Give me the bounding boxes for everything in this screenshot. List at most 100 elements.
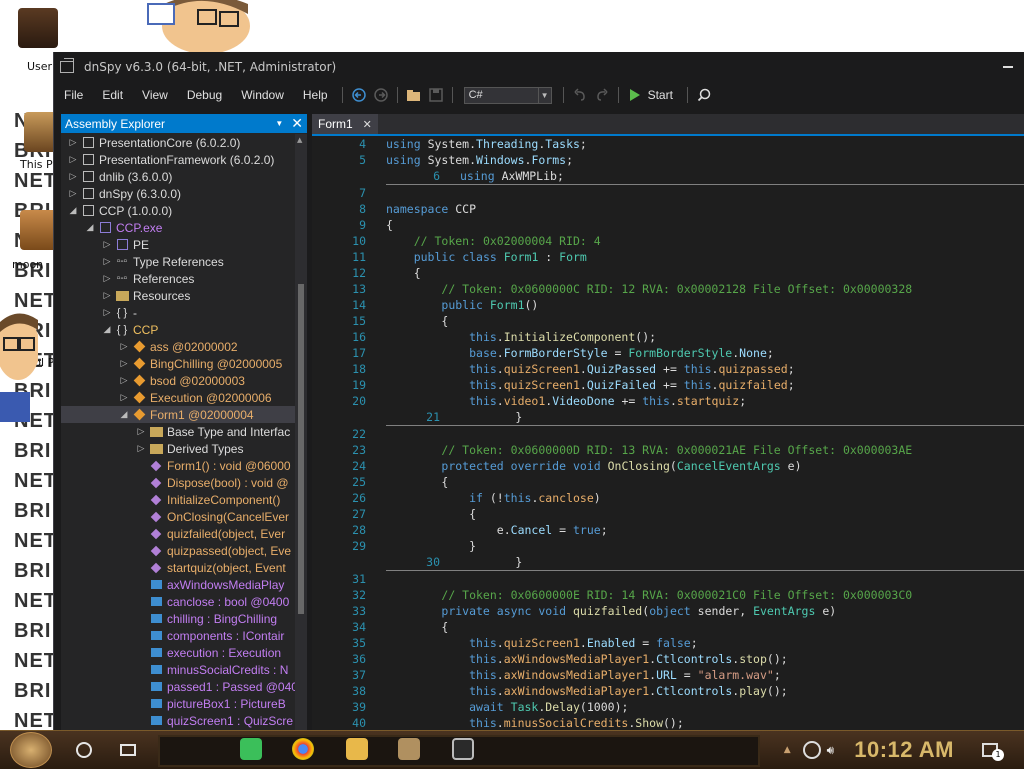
code-line[interactable]: 14 public Form1() xyxy=(312,297,1024,313)
collapse-arrow-icon[interactable]: ◢ xyxy=(84,222,96,233)
tree-item[interactable]: ◢ Form1 @02000004 xyxy=(61,406,295,423)
expand-arrow-icon[interactable]: ▷ xyxy=(67,137,79,148)
code-line[interactable]: 30 } xyxy=(386,554,1024,571)
expand-arrow-icon[interactable]: ▷ xyxy=(67,188,79,199)
code-line[interactable]: 39 await Task.Delay(1000); xyxy=(312,699,1024,715)
expand-arrow-icon[interactable]: ▷ xyxy=(118,341,130,352)
tab-form1[interactable]: Form1 ✕ xyxy=(312,114,378,134)
tree-item[interactable]: ▷ Base Type and Interfac xyxy=(61,423,295,440)
code-line[interactable]: 9{ xyxy=(312,217,1024,233)
chrome-app-icon[interactable] xyxy=(292,738,314,760)
tree-item[interactable]: ▷ PresentationCore (6.0.2.0) xyxy=(61,134,295,151)
code-line[interactable]: 37 this.axWindowsMediaPlayer1.URL = "ala… xyxy=(312,667,1024,683)
tree-item[interactable]: axWindowsMediaPlay xyxy=(61,576,295,593)
code-line[interactable]: 33 private async void quizfailed(object … xyxy=(312,603,1024,619)
tree-item[interactable]: startquiz(object, Event xyxy=(61,559,295,576)
collapse-arrow-icon[interactable]: ◢ xyxy=(67,205,79,216)
close-tab-icon[interactable]: ✕ xyxy=(363,118,372,131)
language-select[interactable]: C# ▼ xyxy=(463,86,552,104)
tree-item[interactable]: Form1() : void @06000 xyxy=(61,457,295,474)
expand-arrow-icon[interactable]: ▷ xyxy=(101,290,113,301)
collapse-arrow-icon[interactable]: ◢ xyxy=(118,409,130,420)
menu-view[interactable]: View xyxy=(132,88,177,102)
tree-item[interactable]: quizfailed(object, Ever xyxy=(61,525,295,542)
tree-item[interactable]: ▷ bsod @02000003 xyxy=(61,372,295,389)
expand-arrow-icon[interactable]: ▷ xyxy=(118,358,130,369)
expand-arrow-icon[interactable]: ▷ xyxy=(135,443,147,454)
code-line[interactable]: 21 } xyxy=(386,409,1024,426)
expand-arrow-icon[interactable]: ▷ xyxy=(101,273,113,284)
expand-arrow-icon[interactable]: ▷ xyxy=(101,239,113,250)
code-line[interactable]: 6 using AxWMPLib; xyxy=(386,168,1024,185)
code-line[interactable]: 27 { xyxy=(312,506,1024,522)
menu-file[interactable]: File xyxy=(54,88,92,102)
scrollbar-thumb[interactable] xyxy=(298,284,304,614)
code-line[interactable]: 12 { xyxy=(312,265,1024,281)
tree-item[interactable]: minusSocialCredits : N xyxy=(61,661,295,678)
code-line[interactable]: 7 xyxy=(312,185,1024,201)
code-line[interactable]: 25 { xyxy=(312,474,1024,490)
code-line[interactable]: 8 namespace CCP xyxy=(312,201,1024,217)
code-line[interactable]: 34 { xyxy=(312,619,1024,635)
tree-item[interactable]: ▷ BingChilling @02000005 xyxy=(61,355,295,372)
network-globe-icon[interactable] xyxy=(802,741,821,759)
dnspy-taskbar-icon[interactable] xyxy=(452,738,474,760)
window-restore-icon[interactable] xyxy=(60,58,74,73)
tree-item[interactable]: pictureBox1 : PictureB xyxy=(61,695,295,712)
tree-item[interactable]: ▷ PresentationFramework (6.0.2.0) xyxy=(61,151,295,168)
tree-item[interactable]: ◢{ } CCP xyxy=(61,321,295,338)
code-line[interactable]: 11 public class Form1 : Form xyxy=(312,249,1024,265)
tree-item[interactable]: chilling : BingChilling xyxy=(61,610,295,627)
spotify-app-icon[interactable] xyxy=(240,738,262,760)
expand-arrow-icon[interactable]: ▷ xyxy=(101,256,113,267)
menu-window[interactable]: Window xyxy=(231,88,293,102)
volume-icon[interactable]: 🔊︎ xyxy=(827,743,835,758)
redo-icon[interactable] xyxy=(592,85,612,105)
tree-item[interactable]: Dispose(bool) : void @ xyxy=(61,474,295,491)
tree-item[interactable]: execution : Execution xyxy=(61,644,295,661)
notification-icon[interactable]: 1 xyxy=(982,743,1004,761)
code-line[interactable]: 35 this.quizScreen1.Enabled = false; xyxy=(312,635,1024,651)
tree-item[interactable]: ▷ PE xyxy=(61,236,295,253)
tree-item[interactable]: ▷{ } - xyxy=(61,304,295,321)
navigate-back-icon[interactable] xyxy=(349,85,369,105)
search-icon[interactable] xyxy=(694,85,714,105)
code-line[interactable]: 36 this.axWindowsMediaPlayer1.Ctlcontrol… xyxy=(312,651,1024,667)
code-line[interactable]: 20 this.video1.VideoDone += this.startqu… xyxy=(312,393,1024,409)
expand-arrow-icon[interactable]: ▷ xyxy=(118,392,130,403)
tree-item[interactable]: components : IContair xyxy=(61,627,295,644)
minimize-button[interactable] xyxy=(1003,66,1013,68)
code-line[interactable]: 17 base.FormBorderStyle = FormBorderStyl… xyxy=(312,345,1024,361)
tree-item[interactable]: ▷ ass @02000002 xyxy=(61,338,295,355)
code-line[interactable]: 10 // Token: 0x02000004 RID: 4 xyxy=(312,233,1024,249)
chevron-up-icon[interactable]: ▲ xyxy=(784,745,791,755)
code-line[interactable]: 13 // Token: 0x0600000C RID: 12 RVA: 0x0… xyxy=(312,281,1024,297)
code-view[interactable]: 4 using System.Threading.Tasks; 5 using Sys… xyxy=(312,136,1024,730)
tree-item[interactable]: quizpassed(object, Eve xyxy=(61,542,295,559)
code-line[interactable]: 24 protected override void OnClosing(Can… xyxy=(312,458,1024,474)
expand-arrow-icon[interactable]: ▷ xyxy=(118,375,130,386)
code-line[interactable]: 22 xyxy=(312,426,1024,442)
search-circle-icon[interactable] xyxy=(76,742,92,758)
undo-icon[interactable] xyxy=(570,85,590,105)
code-line[interactable]: 40 this.minusSocialCredits.Show(); xyxy=(312,715,1024,730)
code-line[interactable]: 26 if (!this.canclose) xyxy=(312,490,1024,506)
code-line[interactable]: 29 } xyxy=(312,538,1024,554)
tree-item[interactable]: quizScreen1 : QuizScre xyxy=(61,712,295,729)
code-line[interactable]: 5 using System.Windows.Forms; xyxy=(312,152,1024,168)
code-line[interactable]: 31 xyxy=(312,571,1024,587)
tree-item[interactable]: ▷ dnSpy (6.3.0.0) xyxy=(61,185,295,202)
code-line[interactable]: 15 { xyxy=(312,313,1024,329)
tree-item[interactable]: ◢ CCP.exe xyxy=(61,219,295,236)
tree-item[interactable]: ◢ CCP (1.0.0.0) xyxy=(61,202,295,219)
tree-item[interactable]: ▷ Derived Types xyxy=(61,440,295,457)
menu-edit[interactable]: Edit xyxy=(92,88,132,102)
user-folder-icon[interactable] xyxy=(18,8,58,48)
task-view-icon[interactable] xyxy=(120,744,136,756)
tree-item[interactable]: ▷ Resources xyxy=(61,287,295,304)
dropdown-icon[interactable]: ▼ xyxy=(275,119,283,128)
tree-item[interactable]: InitializeComponent() xyxy=(61,491,295,508)
code-line[interactable]: 19 this.quizScreen1.QuizFailed += this.q… xyxy=(312,377,1024,393)
close-icon[interactable]: ✕ xyxy=(291,115,303,132)
tree-item[interactable]: ▷ ▫-▫ References xyxy=(61,270,295,287)
